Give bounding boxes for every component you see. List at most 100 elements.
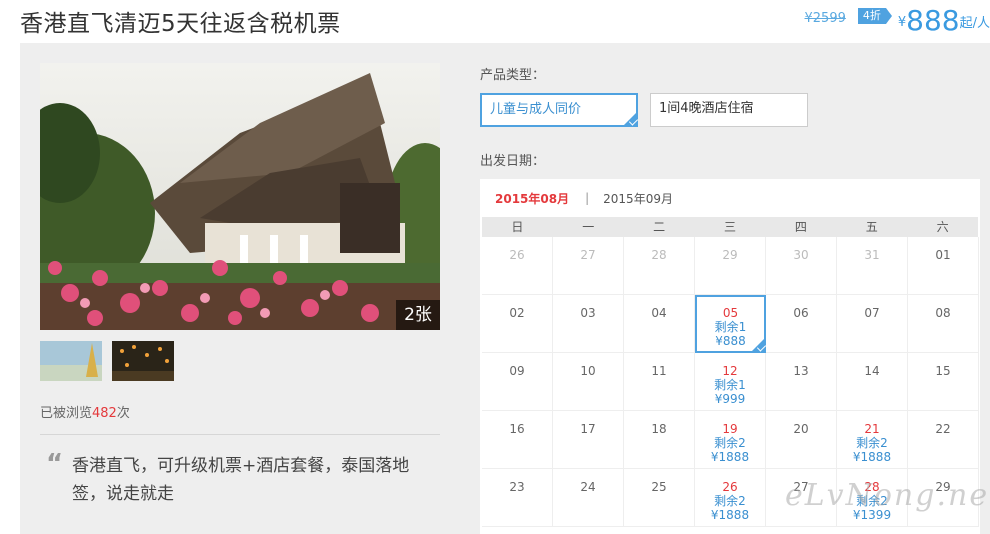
calendar-day: 22 [908,411,979,469]
calendar-week-row: 26 27 28 29 30 31 01 [482,237,980,295]
day-number: 07 [864,306,880,320]
product-panel: 2张 已被浏览482次 “ 香港直飞，可升级机票+酒店套餐，泰国落地签，说走就走… [20,43,990,534]
day-stock: 剩余2 [714,494,746,508]
month-tabs: 2015年08月 | 2015年09月 [480,179,980,217]
day-number: 15 [935,364,951,378]
day-price: ¥999 [714,392,746,406]
calendar-day-available[interactable]: 19 剩余2 ¥1888 [695,411,766,469]
day-number: 14 [864,364,880,378]
weekday-header: 日一二三四五六 [482,217,978,237]
calendar-day: 20 [766,411,837,469]
calendar-week-row: 16 17 18 19 剩余2 ¥1888 20 21 剩余2 ¥1888 22 [482,411,980,469]
calendar-day: 06 [766,295,837,353]
watermark: eLvNong.net [785,478,990,513]
thumbnail-1[interactable] [40,341,102,381]
product-type-option-child-adult[interactable]: 儿童与成人同价 [480,93,639,127]
day-number: 02 [509,306,525,320]
tab-month-august[interactable]: 2015年08月 [495,190,569,207]
calendar-day: 23 [482,469,553,527]
temple-image [40,63,440,330]
day-number: 20 [793,422,809,436]
day-number: 08 [935,306,951,320]
calendar-day: 10 [553,353,624,411]
day-number: 11 [651,364,667,378]
divider [40,434,440,435]
price-unit: 起/人 [959,16,990,31]
calendar-day: 09 [482,353,553,411]
day-number: 06 [793,306,809,320]
day-number: 05 [722,306,739,320]
day-price: ¥1888 [852,450,892,464]
calendar-day-available[interactable]: 21 剩余2 ¥1888 [837,411,908,469]
calendar-day: 28 [624,237,695,295]
thumbnail-2[interactable] [112,341,174,381]
day-number: 29 [722,248,738,262]
day-number: 26 [509,248,525,262]
day-number: 17 [580,422,596,436]
departure-date-label: 出发日期： [480,154,546,169]
day-number: 18 [651,422,667,436]
currency-symbol: ¥ [897,15,907,30]
day-number: 01 [935,248,951,262]
weekday-label: 四 [794,220,807,234]
day-stock: 剩余2 [714,436,746,450]
day-number: 31 [864,248,880,262]
checkmark-icon [622,111,639,127]
calendar-day-available[interactable]: 05 剩余1 ¥888 [695,295,767,353]
calendar-day: 18 [624,411,695,469]
day-price: ¥1888 [710,508,750,522]
day-number: 24 [580,480,596,494]
product-type-label: 产品类型： [480,68,546,83]
original-price: ¥2599 [804,11,846,26]
calendar-day: 02 [482,295,553,353]
day-number: 23 [509,480,525,494]
calendar-day-available[interactable]: 12 剩余1 ¥999 [695,353,766,411]
calendar-day: 17 [553,411,624,469]
day-number: 28 [651,248,667,262]
day-number: 09 [509,364,525,378]
calendar-day: 11 [624,353,695,411]
day-number: 19 [722,422,738,436]
calendar-day: 26 [482,237,553,295]
day-stock: 剩余1 [714,378,746,392]
calendar-day: 27 [553,237,624,295]
calendar-day: 16 [482,411,553,469]
view-count: 482 [92,406,117,421]
weekday-label: 六 [936,220,949,234]
calendar-day: 24 [553,469,624,527]
day-number: 25 [651,480,667,494]
calendar-week-row: 02 03 04 05 剩余1 ¥888 06 07 08 [482,295,980,353]
weekday-label: 三 [724,220,737,234]
calendar-day: 29 [695,237,766,295]
calendar-day: 14 [837,353,908,411]
view-counter: 已被浏览482次 [40,406,130,421]
price-area: ¥2599 4折 ¥ 888 起/人 [805,4,990,36]
day-price: ¥1888 [710,450,750,464]
product-description: 香港直飞，可升级机票+酒店套餐，泰国落地签，说走就走 [72,456,410,504]
calendar-day-available[interactable]: 26 剩余2 ¥1888 [695,469,766,527]
day-number: 26 [722,480,738,494]
calendar-day: 08 [908,295,979,353]
day-number: 03 [580,306,596,320]
day-number: 22 [935,422,951,436]
product-type-option-hotel[interactable]: 1间4晚酒店住宿 [650,93,808,127]
day-number: 16 [509,422,525,436]
checkmark-icon [750,337,767,353]
day-number: 12 [722,364,738,378]
photo-count-badge: 2张 [396,300,440,330]
calendar-day: 01 [908,237,979,295]
tab-month-september[interactable]: 2015年09月 [603,190,673,207]
weekday-label: 一 [582,220,595,234]
day-stock: 剩余1 [714,320,747,334]
calendar-day: 04 [624,295,695,353]
calendar-day: 03 [553,295,624,353]
thumbnail-image [40,341,102,381]
calendar-week-row: 09 10 11 12 剩余1 ¥999 13 14 15 [482,353,980,411]
weekday-label: 五 [865,220,878,234]
thumbnail-image [112,341,174,381]
weekday-label: 二 [653,220,666,234]
month-separator: | [585,191,590,205]
day-number: 04 [651,306,667,320]
main-photo[interactable]: 2张 [40,63,440,330]
quote-icon: “ [46,449,64,479]
